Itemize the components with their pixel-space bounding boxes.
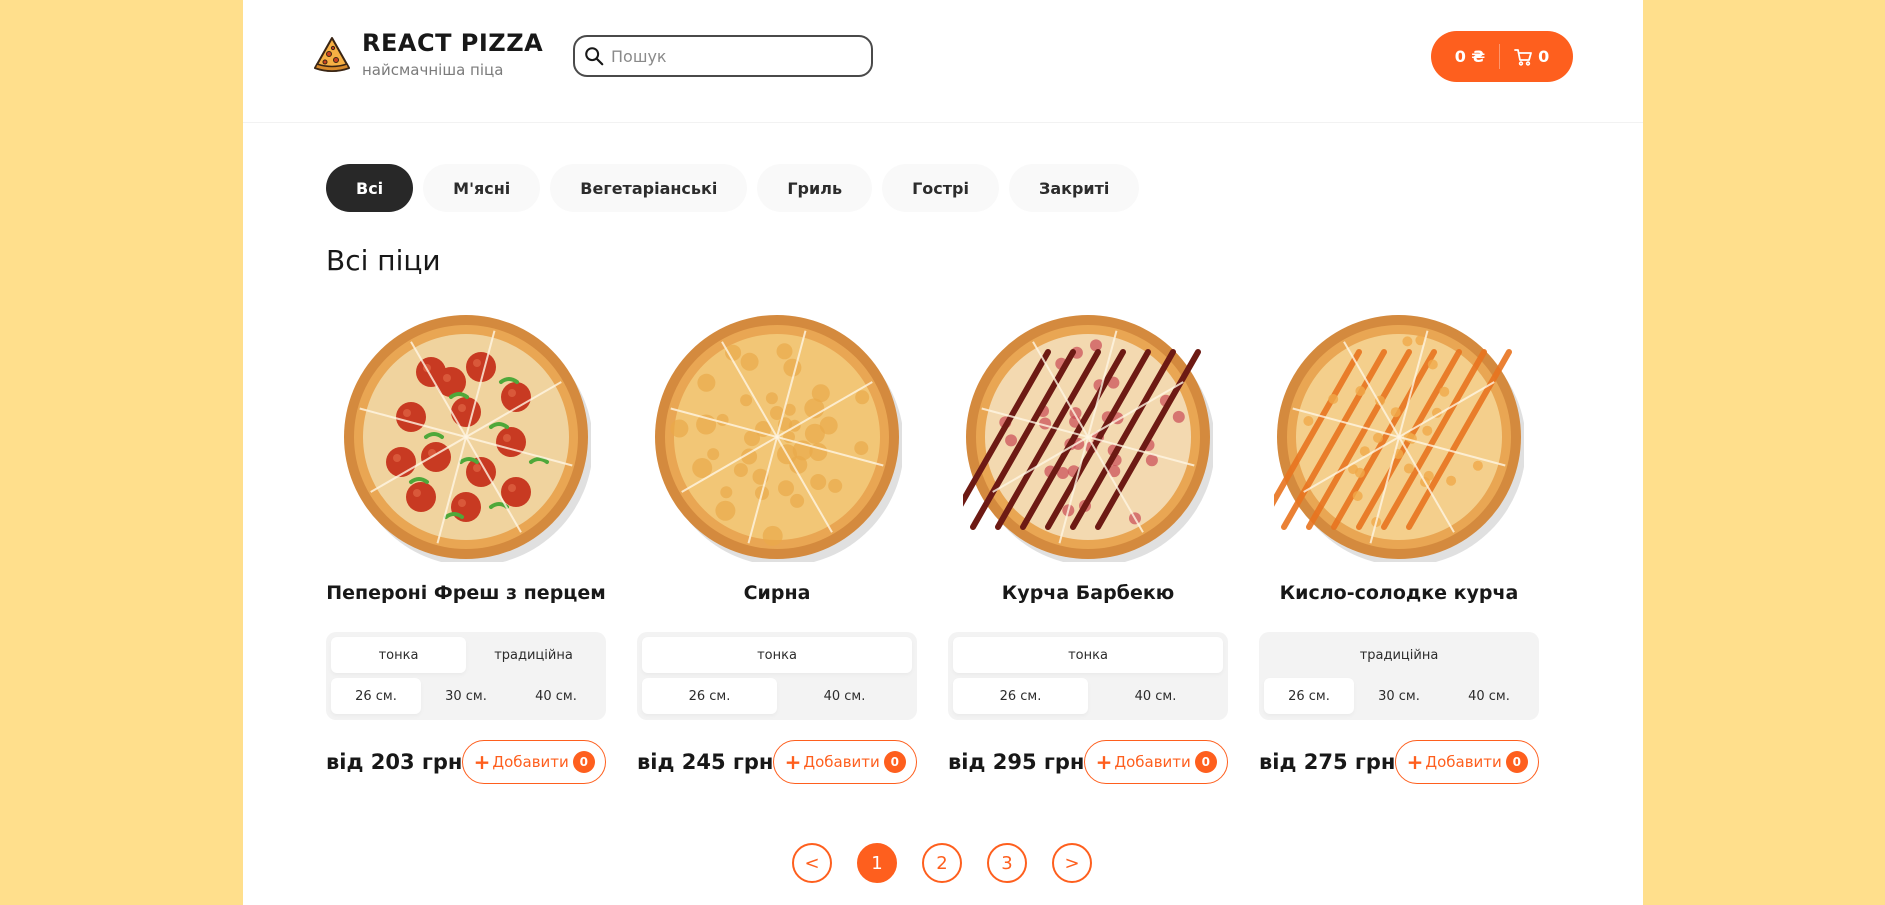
pagination-page-3[interactable]: 3 [987, 843, 1027, 883]
logo-title: REACT PIZZA [362, 29, 544, 57]
cart-button[interactable]: 0 ₴ 0 [1431, 31, 1573, 82]
size-option[interactable]: 40 см. [777, 678, 912, 714]
pizza-logo-icon [313, 37, 351, 72]
cart-count: 0 [1538, 47, 1550, 66]
search-box [573, 35, 873, 77]
header: REACT PIZZA найсмачніша піца 0 ₴ 0 [243, 0, 1643, 123]
pizza-price: від 245 грн [637, 750, 774, 774]
add-to-cart-button[interactable]: + Добавити 0 [1395, 740, 1539, 784]
pizza-price: від 275 грн [1259, 750, 1396, 774]
pizza-options: тонка 26 см. 40 см. [948, 632, 1228, 720]
card-bottom: від 203 грн + Добавити 0 [326, 740, 606, 784]
size-row: 26 см. 30 см. 40 см. [1264, 678, 1534, 714]
size-option[interactable]: 26 см. [1264, 678, 1354, 714]
card-bottom: від 245 грн + Добавити 0 [637, 740, 917, 784]
category-tab[interactable]: Гриль [757, 164, 873, 212]
add-count-badge: 0 [1194, 751, 1217, 773]
category-tab[interactable]: Гострі [882, 164, 999, 212]
size-option[interactable]: 26 см. [953, 678, 1088, 714]
dough-type-row: тонка [953, 637, 1223, 673]
logo-text: REACT PIZZA найсмачніша піца [362, 28, 543, 80]
add-count-badge: 0 [572, 751, 595, 773]
size-row: 26 см. 40 см. [642, 678, 912, 714]
dough-type-row: тонка [642, 637, 912, 673]
category-tabs: Всі М'ясні Вегетаріанські Гриль Гострі Закрит… [326, 164, 1149, 212]
pizza-price: від 203 грн [326, 750, 463, 774]
pizza-image [963, 315, 1213, 562]
add-label: Добавити [1425, 753, 1502, 771]
category-tab[interactable]: Закриті [1008, 164, 1140, 212]
cart-divider [1499, 44, 1501, 69]
add-count-badge: 0 [883, 751, 906, 773]
card-bottom: від 295 грн + Добавити 0 [948, 740, 1228, 784]
pizza-card: Курча Барбекю тонка 26 см. 40 см. від 295 гр… [948, 312, 1228, 784]
pizza-price: від 295 грн [948, 750, 1085, 774]
dough-type-option[interactable]: тонка [331, 637, 466, 673]
pizza-options: традиційна 26 см. 30 см. 40 см. [1259, 632, 1539, 720]
plus-icon: + [784, 750, 802, 774]
pizza-image [1274, 315, 1524, 562]
size-option[interactable]: 30 см. [421, 678, 511, 714]
add-label: Добавити [1114, 753, 1191, 771]
pagination-page-1[interactable]: 1 [857, 843, 897, 883]
pizza-card: Пепероні Фреш з перцем тонка традиційна 26 … [326, 312, 606, 784]
category-tab[interactable]: Всі [326, 164, 414, 212]
add-label: Добавити [803, 753, 880, 771]
pizza-name: Кисло-солодке курча [1279, 582, 1519, 604]
pizza-card: Кисло-солодке курча традиційна 26 см. 30 см… [1259, 312, 1539, 784]
section-title: Всі піци [326, 244, 441, 277]
size-row: 26 см. 40 см. [953, 678, 1223, 714]
size-option[interactable]: 26 см. [331, 678, 421, 714]
pagination-next-button[interactable]: > [1052, 843, 1092, 883]
page-container: REACT PIZZA найсмачніша піца 0 ₴ 0 ВсіМ'… [243, 0, 1643, 905]
dough-type-option[interactable]: тонка [953, 637, 1223, 673]
search-input[interactable] [611, 46, 851, 66]
size-option[interactable]: 40 см. [1088, 678, 1223, 714]
category-tab[interactable]: Вегетаріанські [550, 164, 748, 212]
add-to-cart-button[interactable]: + Добавити 0 [1084, 740, 1228, 784]
add-count-badge: 0 [1505, 751, 1528, 773]
cart-icon [1514, 48, 1533, 66]
pizza-name: Сирна [743, 582, 811, 604]
dough-type-row: традиційна [1264, 637, 1534, 673]
add-label: Добавити [492, 753, 569, 771]
size-option[interactable]: 40 см. [1444, 678, 1534, 714]
plus-icon: + [1406, 750, 1424, 774]
dough-type-option[interactable]: традиційна [1264, 637, 1534, 673]
logo[interactable]: REACT PIZZA найсмачніша піца [312, 28, 543, 80]
dough-type-row: тонка традиційна [331, 637, 601, 673]
size-row: 26 см. 30 см. 40 см. [331, 678, 601, 714]
search-icon [585, 47, 604, 66]
plus-icon: + [1095, 750, 1113, 774]
pizza-image [655, 315, 902, 562]
logo-subtitle: найсмачніша піца [362, 61, 504, 79]
pizza-name: Курча Барбекю [1001, 582, 1175, 604]
pizza-options: тонка 26 см. 40 см. [637, 632, 917, 720]
category-tab[interactable]: М'ясні [423, 164, 541, 212]
size-option[interactable]: 26 см. [642, 678, 777, 714]
pagination: < 1 2 3 > [792, 843, 1117, 883]
size-option[interactable]: 30 см. [1354, 678, 1444, 714]
add-to-cart-button[interactable]: + Добавити 0 [773, 740, 917, 784]
pagination-prev-button[interactable]: < [792, 843, 832, 883]
card-bottom: від 275 грн + Добавити 0 [1259, 740, 1539, 784]
plus-icon: + [473, 750, 491, 774]
pizza-card: Сирна тонка 26 см. 40 см. від 245 грн + Добави… [637, 312, 917, 784]
add-to-cart-button[interactable]: + Добавити 0 [462, 740, 606, 784]
dough-type-option[interactable]: традиційна [466, 637, 601, 673]
pizza-options: тонка традиційна 26 см. 30 см. 40 см. [326, 632, 606, 720]
size-option[interactable]: 40 см. [511, 678, 601, 714]
pizza-image [344, 315, 591, 562]
pagination-page-2[interactable]: 2 [922, 843, 962, 883]
cart-price: 0 ₴ [1454, 47, 1486, 66]
dough-type-option[interactable]: тонка [642, 637, 912, 673]
pizza-name: Пепероні Фреш з перцем [326, 582, 606, 604]
